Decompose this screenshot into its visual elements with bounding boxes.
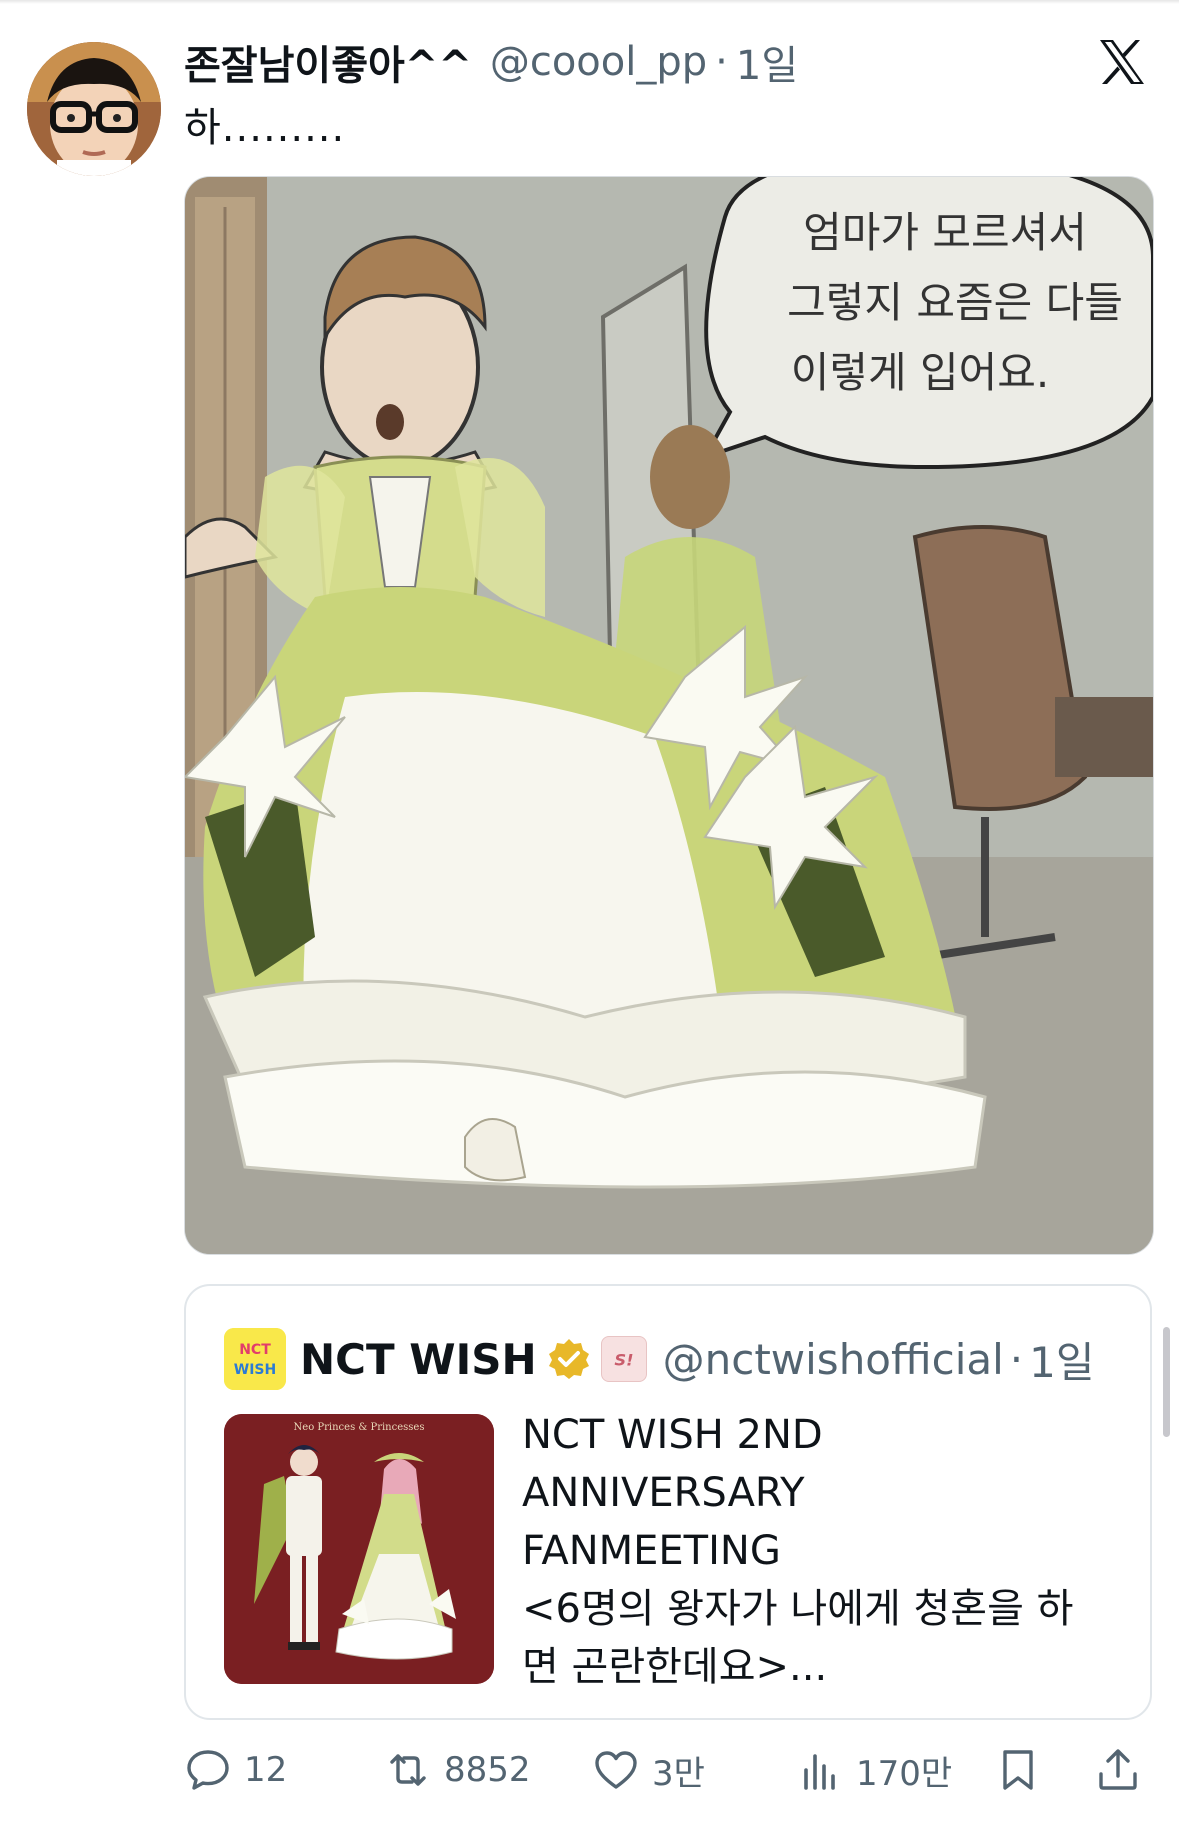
share-button[interactable] xyxy=(1094,1740,1142,1800)
reply-icon xyxy=(187,1750,229,1790)
reply-button[interactable]: 12 xyxy=(184,1740,287,1800)
repost-icon xyxy=(390,1754,426,1786)
quoted-tweet-card[interactable]: NCT WISH NCT WISH S! @nctwishofficial · … xyxy=(184,1284,1152,1720)
bookmark-icon xyxy=(1003,1750,1033,1790)
tweet-timestamp[interactable]: 1일 xyxy=(736,33,798,91)
quoted-media-thumbnail[interactable]: Neo Princes & Princesses xyxy=(224,1414,494,1684)
quoted-author-handle[interactable]: @nctwishofficial xyxy=(663,1335,1004,1384)
verified-badge-icon xyxy=(548,1339,589,1379)
repost-count: 8852 xyxy=(444,1750,531,1790)
quoted-text-line-4: <6명의 왕자가 나에게 청혼을 하 xyxy=(522,1586,1074,1632)
thumbnail-title: Neo Princes & Princesses xyxy=(294,1422,425,1433)
quoted-text-line-5: 면 곤란한데요>... xyxy=(522,1644,828,1690)
quoted-text-line-2: ANNIVERSARY xyxy=(522,1470,805,1516)
x-logo-icon[interactable] xyxy=(1096,36,1148,88)
author-avatar[interactable] xyxy=(27,42,161,176)
views-icon xyxy=(804,1754,835,1790)
reply-count: 12 xyxy=(244,1750,288,1790)
quoted-timestamp[interactable]: 1일 xyxy=(1029,1329,1094,1390)
quoted-author-name[interactable]: NCT WISH xyxy=(300,1335,537,1384)
quoted-tweet-text: NCT WISH 2ND ANNIVERSARY FANMEETING <6명의… xyxy=(522,1406,1122,1696)
tweet-action-bar: 12 8852 3만 170만 xyxy=(184,1740,1152,1800)
author-handle[interactable]: @coool_pp xyxy=(490,39,707,85)
quoted-separator-dot: · xyxy=(1009,1334,1024,1384)
like-button[interactable]: 3만 xyxy=(592,1740,705,1800)
views-count: 170만 xyxy=(856,1753,953,1794)
views-button[interactable]: 170만 xyxy=(796,1740,952,1800)
quoted-tweet-header: NCT WISH NCT WISH S! @nctwishofficial · … xyxy=(224,1324,1095,1394)
speech-bubble-line-1: 엄마가 모르셔서 xyxy=(803,208,1087,257)
like-icon xyxy=(595,1751,637,1789)
repost-button[interactable]: 8852 xyxy=(384,1740,531,1800)
tweet-media-image[interactable]: 엄마가 모르셔서 그렇지 요즘은 다들 이렇게 입어요. xyxy=(184,176,1154,1255)
svg-text:S!: S! xyxy=(614,1351,633,1370)
like-count: 3만 xyxy=(652,1753,705,1794)
scrollbar[interactable] xyxy=(1163,1327,1170,1437)
quoted-text-line-3: FANMEETING xyxy=(522,1528,781,1574)
quoted-author-avatar[interactable]: NCT WISH xyxy=(224,1328,286,1390)
share-icon xyxy=(1099,1749,1137,1790)
speech-bubble-line-2: 그렇지 요즘은 다들 xyxy=(787,278,1123,327)
svg-text:WISH: WISH xyxy=(234,1362,276,1378)
bookmark-button[interactable] xyxy=(994,1740,1042,1800)
affiliate-badge-icon[interactable]: S! xyxy=(600,1336,647,1382)
tweet-text: 하......... xyxy=(184,105,346,151)
top-edge xyxy=(0,0,1179,4)
separator-dot: · xyxy=(715,39,728,85)
svg-text:NCT: NCT xyxy=(239,1342,271,1358)
speech-bubble-line-3: 이렇게 입어요. xyxy=(791,348,1050,397)
quoted-text-line-1: NCT WISH 2ND xyxy=(522,1412,823,1458)
author-display-name[interactable]: 존잘남이좋아^^ xyxy=(184,33,472,91)
tweet-header: 존잘남이좋아^^ @coool_pp · 1일 xyxy=(184,32,798,92)
